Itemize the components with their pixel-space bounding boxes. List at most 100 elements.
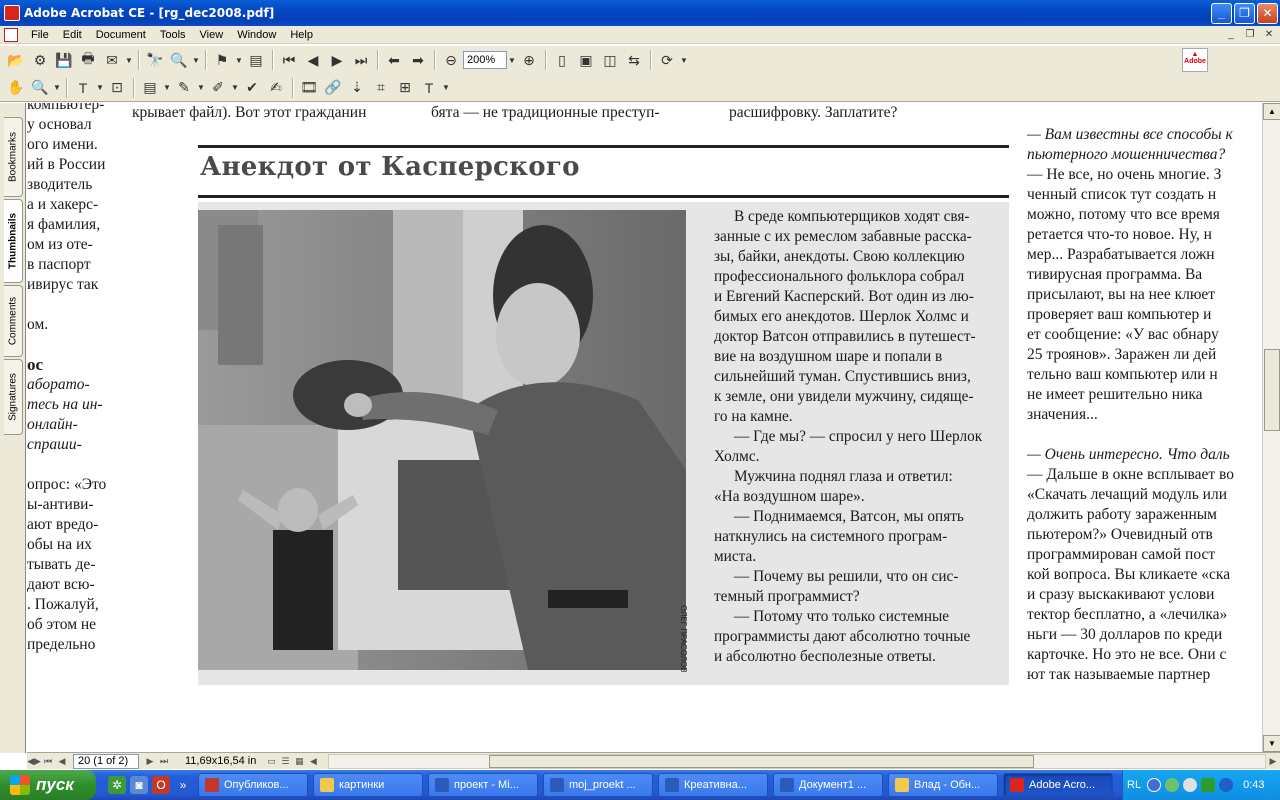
link-icon[interactable]: 🔗 [322,77,344,99]
rotate-icon[interactable]: ⟳ [656,49,678,71]
minimize-button[interactable]: _ [1211,2,1232,24]
facing-icon[interactable]: ▦ [292,754,306,768]
taskbar-button[interactable]: проект - Mi... [428,773,538,797]
close-button[interactable]: ✕ [1257,2,1278,24]
note-icon[interactable]: ▤ [139,77,161,99]
tab-bookmarks[interactable]: Bookmarks [4,117,23,197]
last-page-icon[interactable]: ⏭ [157,754,171,768]
doc-close-button[interactable]: ✕ [1261,28,1277,42]
document-icon[interactable] [4,27,18,42]
scroll-up-icon[interactable]: ▲ [1263,103,1280,120]
horizontal-scrollbar[interactable] [328,753,1266,769]
scroll-left-icon[interactable]: ◀ [306,754,320,768]
more-icon[interactable]: » [174,776,192,794]
pane-toggle-icon[interactable]: ◀▶ [27,754,41,768]
first-page-icon[interactable]: ⏮ [278,49,300,71]
menu-window[interactable]: Window [230,29,283,41]
fit-page-icon[interactable]: ▣ [575,49,597,71]
doc-restore-button[interactable]: ❐ [1242,28,1258,42]
highlight-icon[interactable]: ✐ [207,77,229,99]
article-icon[interactable]: ⇣ [346,77,368,99]
email-icon[interactable]: ✉ [101,49,123,71]
reflow-icon[interactable]: ⇆ [623,49,645,71]
globe-icon[interactable] [1219,778,1234,792]
tab-thumbnails[interactable]: Thumbnails [4,199,23,283]
zoom-out-icon[interactable]: ⊖ [440,49,462,71]
taskbar-button[interactable]: Влад - Обн... [888,773,998,797]
first-page-icon[interactable]: ⏮ [41,754,55,768]
next-page-icon[interactable]: ▶ [143,754,157,768]
chevron-down-icon[interactable]: ▼ [441,77,451,99]
zoom-tool-icon[interactable]: 🔍 [29,77,51,99]
stamp-icon[interactable]: ✔ [241,77,263,99]
review-icon[interactable]: ⚑ [211,49,233,71]
taskbar-button[interactable]: Креативна... [658,773,768,797]
document-view[interactable]: крывает файл). Вот этот гражданин бята —… [27,103,1262,752]
vertical-scrollbar[interactable]: ▲ ▼ [1262,103,1280,752]
menu-help[interactable]: Help [283,29,320,41]
last-page-icon[interactable]: ⏭ [350,49,372,71]
search-icon[interactable]: 🔍 [168,49,190,71]
start-button[interactable]: пуск [0,770,96,800]
maximize-button[interactable]: ❐ [1234,2,1255,24]
scroll-down-icon[interactable]: ▼ [1263,735,1280,752]
touchup-text-icon[interactable]: T [418,77,440,99]
single-page-icon[interactable]: ▭ [264,754,278,768]
chevron-down-icon[interactable]: ▼ [52,77,62,99]
doc-minimize-button[interactable]: _ [1223,28,1239,42]
fit-width-icon[interactable]: ◫ [599,49,621,71]
desktop-icon[interactable]: ✲ [108,776,126,794]
chevron-down-icon[interactable]: ▼ [191,49,201,71]
actual-size-icon[interactable]: ▯ [551,49,573,71]
previous-page-icon[interactable]: ◀ [302,49,324,71]
chevron-down-icon[interactable]: ▼ [95,77,105,99]
tab-comments[interactable]: Comments [4,285,23,357]
crop-icon[interactable]: ⌗ [370,77,392,99]
movie-icon[interactable]: 🎞 [298,77,320,99]
scroll-right-icon[interactable]: ▶ [1266,754,1280,768]
menu-edit[interactable]: Edit [56,29,89,41]
chevron-down-icon[interactable]: ▼ [679,49,689,71]
menu-view[interactable]: View [193,29,231,41]
sign-icon[interactable]: ✍ [265,77,287,99]
menu-tools[interactable]: Tools [153,29,193,41]
scroll-thumb[interactable] [1264,349,1280,431]
taskbar-button[interactable]: картинки [313,773,423,797]
taskbar-button[interactable]: Adobe Acro... [1003,773,1113,797]
acrobat-app-icon[interactable] [4,5,20,21]
print-icon[interactable]: 🖶 [77,49,99,71]
hscroll-thumb[interactable] [489,754,1035,768]
menu-file[interactable]: File [24,29,56,41]
chevron-down-icon[interactable]: ▼ [162,77,172,99]
taskbar-button[interactable]: Опубликов... [198,773,308,797]
chevron-down-icon[interactable]: ▼ [230,77,240,99]
hand-tool-icon[interactable]: ✋ [5,77,27,99]
pencil-icon[interactable]: ✎ [173,77,195,99]
find-icon[interactable]: 🔭 [144,49,166,71]
chevron-down-icon[interactable]: ▼ [196,77,206,99]
taskbar-button[interactable]: moj_proekt ... [543,773,653,797]
organizer-icon[interactable]: ⚙ [29,49,51,71]
zoom-field[interactable]: 200% [463,51,507,69]
zoom-dropdown-icon[interactable]: ▼ [507,49,517,71]
tab-signatures[interactable]: Signatures [4,359,23,435]
open-icon[interactable]: 📂 [5,49,27,71]
forms-icon[interactable]: ▤ [245,49,267,71]
volume-icon[interactable] [1183,778,1198,792]
page-number-field[interactable]: 20 (1 of 2) [73,753,139,769]
chevron-down-icon[interactable]: ▼ [124,49,134,71]
next-view-icon[interactable]: ➡ [407,49,429,71]
network-icon[interactable] [1165,778,1180,792]
next-page-icon[interactable]: ▶ [326,49,348,71]
zoom-in-icon[interactable]: ⊕ [518,49,540,71]
form-field-icon[interactable]: ⊞ [394,77,416,99]
text-select-icon[interactable]: T [72,77,94,99]
signal-icon[interactable] [1201,778,1216,792]
tray-arrow-icon[interactable] [1147,778,1162,792]
save-icon[interactable]: 💾 [53,49,75,71]
previous-view-icon[interactable]: ⬅ [383,49,405,71]
opera-icon[interactable]: O [152,776,170,794]
snapshot-icon[interactable]: ⊡ [106,77,128,99]
continuous-icon[interactable]: ☰ [278,754,292,768]
explorer-icon[interactable]: ◙ [130,776,148,794]
